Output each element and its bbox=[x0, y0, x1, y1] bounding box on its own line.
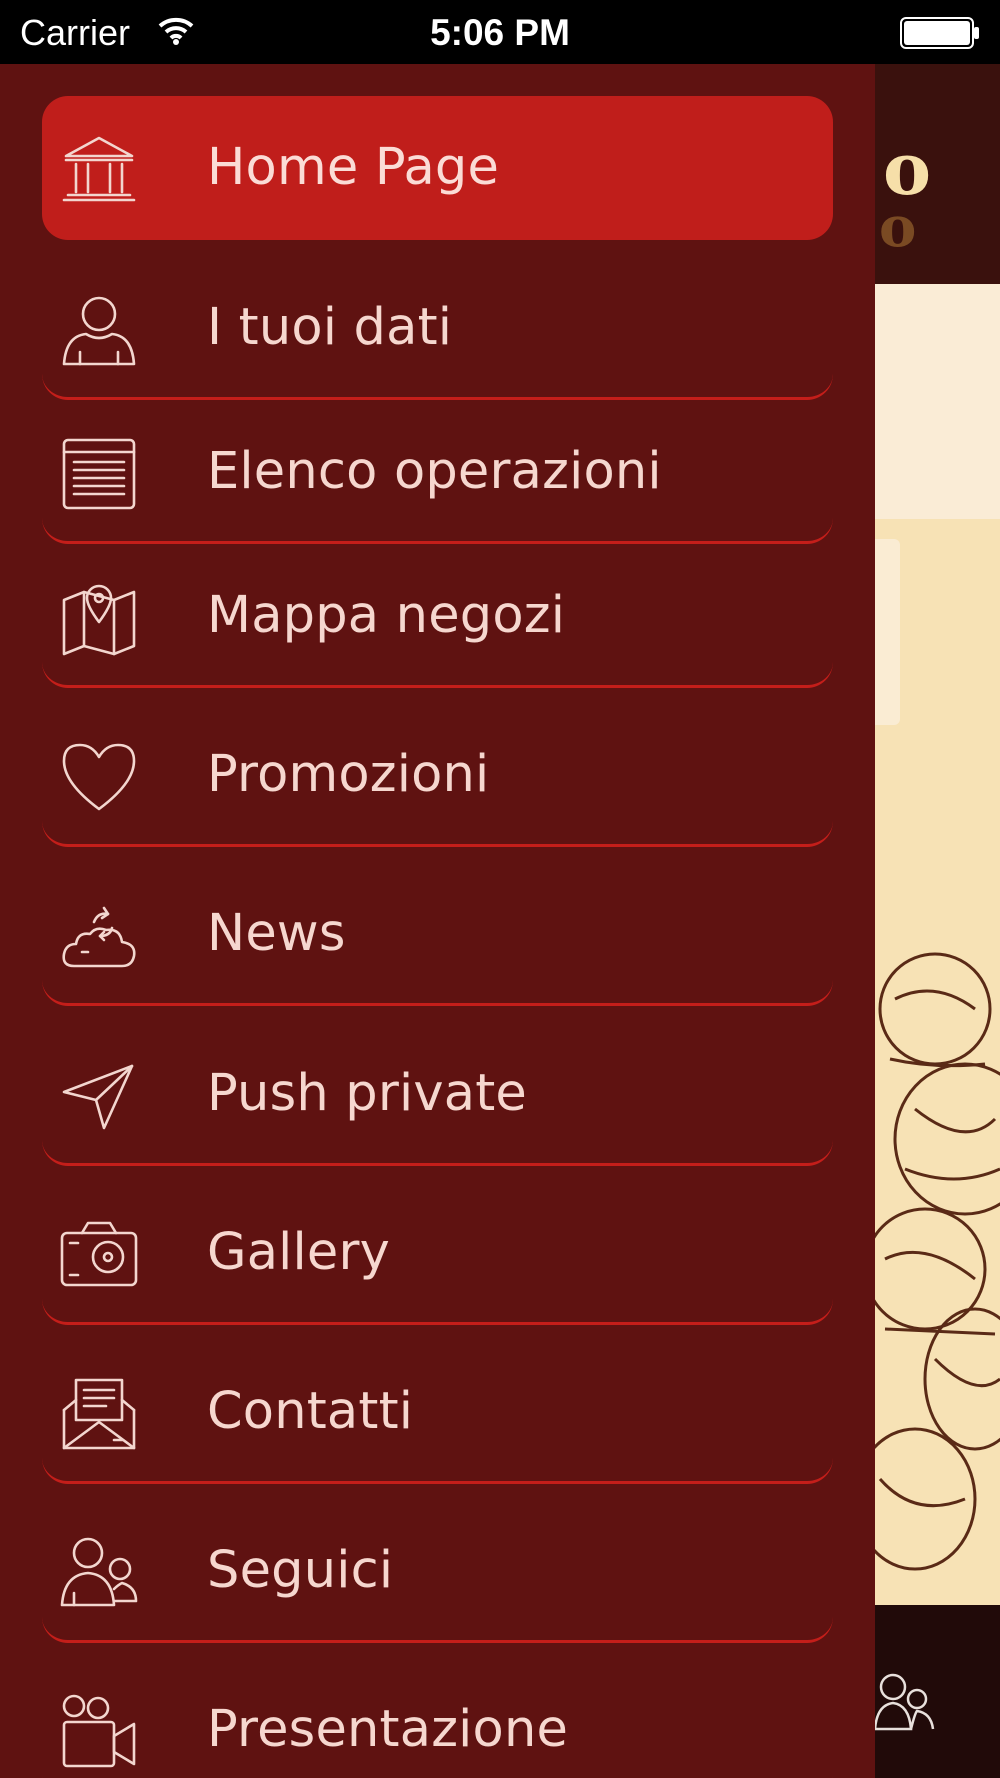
menu-item-label: Home Page bbox=[207, 138, 500, 197]
background-app: o o bbox=[865, 64, 1000, 1778]
users-icon bbox=[873, 1665, 935, 1739]
coffee-beans-illustration bbox=[875, 952, 1000, 1571]
menu-item-label: Contatti bbox=[207, 1382, 414, 1441]
heart-icon bbox=[60, 739, 138, 815]
menu-item-news[interactable]: News bbox=[42, 862, 833, 1006]
menu-item-label: Elenco operazioni bbox=[207, 442, 662, 501]
menu-item-push-private[interactable]: Push private bbox=[42, 1022, 833, 1166]
temple-icon bbox=[60, 132, 138, 208]
battery-icon bbox=[900, 17, 980, 53]
menu-item-label: Gallery bbox=[207, 1223, 391, 1282]
status-bar: Carrier 5:06 PM bbox=[0, 0, 1000, 64]
camera-icon bbox=[60, 1217, 138, 1293]
menu-item-presentazione[interactable]: Presentazione bbox=[42, 1658, 833, 1778]
menu-item-label: Push private bbox=[207, 1064, 528, 1123]
menu-item-elenco-operazioni[interactable]: Elenco operazioni bbox=[42, 400, 833, 544]
paper-plane-icon bbox=[60, 1058, 138, 1134]
menu-item-contatti[interactable]: Contatti bbox=[42, 1340, 833, 1484]
menu-item-label: Presentazione bbox=[207, 1700, 569, 1759]
user-icon bbox=[60, 292, 138, 368]
menu-item-i-tuoi-dati[interactable]: I tuoi dati bbox=[42, 256, 833, 400]
map-pin-icon bbox=[60, 580, 138, 656]
menu-item-label: I tuoi dati bbox=[207, 298, 453, 357]
menu-item-seguici[interactable]: Seguici bbox=[42, 1499, 833, 1643]
menu-item-label: Mappa negozi bbox=[207, 586, 566, 645]
menu-item-mappa-negozi[interactable]: Mappa negozi bbox=[42, 544, 833, 688]
background-header: o o bbox=[875, 64, 1000, 284]
background-tab-bar bbox=[873, 1605, 1000, 1778]
clock-time: 5:06 PM bbox=[430, 12, 570, 53]
menu-item-gallery[interactable]: Gallery bbox=[42, 1181, 833, 1325]
envelope-icon bbox=[60, 1376, 138, 1452]
cloud-sync-icon bbox=[60, 898, 138, 974]
background-banner bbox=[875, 284, 1000, 519]
menu-item-label: Seguici bbox=[207, 1541, 394, 1600]
video-camera-icon bbox=[60, 1694, 138, 1770]
side-drawer-menu: Home Page I tuoi dati Elenco operazioni Map… bbox=[0, 64, 875, 1778]
menu-item-home-page[interactable]: Home Page bbox=[42, 96, 833, 240]
menu-item-label: News bbox=[207, 904, 346, 963]
list-document-icon bbox=[60, 436, 138, 512]
background-logo-fragment-2: o bbox=[879, 194, 917, 260]
menu-item-label: Promozioni bbox=[207, 745, 490, 804]
background-content bbox=[865, 519, 1000, 1605]
users-icon bbox=[60, 1535, 138, 1611]
menu-item-promozioni[interactable]: Promozioni bbox=[42, 703, 833, 847]
